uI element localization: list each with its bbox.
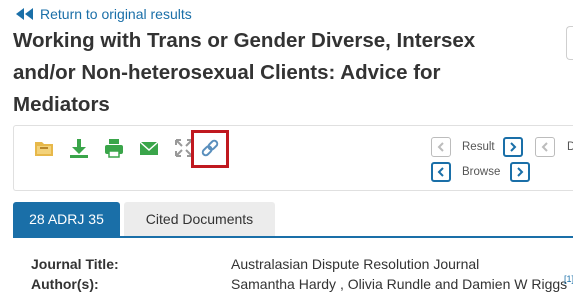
- link-icon: [201, 139, 219, 157]
- next-result-button[interactable]: [503, 137, 523, 157]
- page-title: Working with Trans or Gender Diverse, In…: [13, 29, 476, 116]
- chevron-left-icon: [437, 167, 444, 177]
- next-browse-button[interactable]: [510, 162, 530, 182]
- result-label: Result: [462, 141, 495, 153]
- tab-cited-documents[interactable]: Cited Documents: [124, 202, 275, 236]
- folder-icon: [35, 142, 53, 156]
- footnote-link[interactable]: [1]: [564, 274, 573, 284]
- chevron-left-icon: [437, 142, 444, 152]
- document-tabs: 28 ADRJ 35 Cited Documents: [13, 202, 573, 238]
- metadata-value: Samantha Hardy , Olivia Rundle and Damie…: [231, 276, 568, 292]
- metadata-value: Australasian Dispute Resolution Journal: [231, 256, 480, 272]
- chevron-left-icon: [541, 142, 548, 152]
- folder-button[interactable]: [32, 136, 56, 160]
- metadata-label: Journal Title:: [31, 256, 119, 272]
- double-back-arrow-icon: [16, 8, 33, 20]
- download-icon: [70, 139, 88, 158]
- metadata-label: Author(s):: [31, 276, 99, 292]
- return-to-results-link[interactable]: Return to original results: [13, 5, 192, 23]
- email-button[interactable]: [137, 136, 161, 160]
- print-button[interactable]: [102, 136, 126, 160]
- previous-result-button[interactable]: [431, 137, 451, 157]
- tab-citation[interactable]: 28 ADRJ 35: [13, 202, 120, 236]
- email-icon: [139, 141, 159, 155]
- document-nav-label: D: [567, 141, 573, 153]
- print-icon: [105, 139, 123, 158]
- return-to-results-label: Return to original results: [40, 6, 192, 22]
- document-toolbar: Result D Browse: [13, 125, 573, 191]
- previous-document-button[interactable]: [535, 137, 555, 157]
- download-button[interactable]: [67, 136, 91, 160]
- previous-browse-button[interactable]: [431, 162, 451, 182]
- chevron-right-icon: [517, 167, 524, 177]
- side-panel-button[interactable]: [566, 26, 573, 60]
- permalink-button[interactable]: [198, 136, 222, 160]
- browse-label: Browse: [462, 166, 501, 178]
- chevron-right-icon: [510, 142, 517, 152]
